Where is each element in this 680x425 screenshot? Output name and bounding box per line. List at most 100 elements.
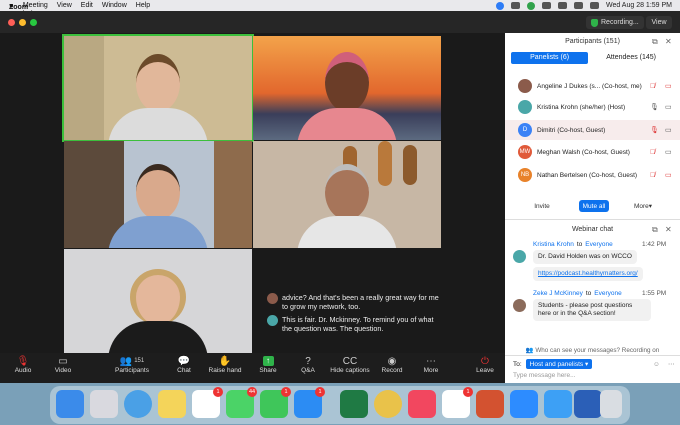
- app-store-icon[interactable]: 1: [294, 387, 325, 418]
- tab-panelists[interactable]: Panelists (6): [511, 52, 589, 64]
- avatar: MW: [518, 145, 532, 159]
- video-tile-3[interactable]: [64, 141, 252, 248]
- video-icon[interactable]: ▭: [665, 103, 672, 111]
- tab-attendees[interactable]: Attendees (145): [588, 52, 674, 64]
- wifi-icon[interactable]: [557, 2, 567, 9]
- chat-recipient-row: To: Host and panelists ▾ ☺ ⋯: [513, 359, 675, 369]
- finder-icon[interactable]: [56, 390, 84, 418]
- video-icon[interactable]: ▭: [665, 148, 672, 156]
- video-tile-5[interactable]: [64, 249, 252, 353]
- leave-button[interactable]: ⏻ Leave: [474, 355, 496, 375]
- chat-label: Chat: [177, 367, 191, 374]
- participant-video: [108, 269, 208, 353]
- video-label: Video: [54, 367, 72, 374]
- participant-row[interactable]: Angeline J Dukes (s... (Co-host, me) 🎙̸ …: [505, 76, 680, 96]
- mute-all-button[interactable]: Mute all: [579, 200, 609, 212]
- menu-window[interactable]: Window: [102, 2, 127, 9]
- more-icon: ⋯: [426, 355, 436, 367]
- powerpoint-icon[interactable]: [476, 390, 504, 418]
- muted-mic-icon[interactable]: 🎙̸: [650, 83, 655, 90]
- more-options-icon[interactable]: ⋯: [668, 360, 675, 368]
- safari-icon[interactable]: [124, 390, 152, 418]
- view-button[interactable]: View: [646, 16, 672, 29]
- to-label: To:: [513, 360, 522, 368]
- recording-indicator[interactable]: Recording...: [586, 16, 644, 29]
- zoom-icon[interactable]: [510, 390, 538, 418]
- participant-row[interactable]: NB Nathan Bertelsen (Co-host, Guest) 🎙̸ …: [505, 165, 680, 185]
- zoom-status-icon[interactable]: [526, 1, 535, 10]
- battery-icon[interactable]: [541, 2, 551, 9]
- record-button[interactable]: ◉ Record: [380, 355, 404, 375]
- more-button[interactable]: ⋯ More: [420, 355, 442, 375]
- close-window-button[interactable]: [8, 19, 15, 26]
- excel-icon[interactable]: [340, 390, 368, 418]
- video-icon[interactable]: ▭: [665, 126, 672, 134]
- participant-row[interactable]: D Dimitri (Co-host, Guest) 🎙 ▭: [505, 120, 680, 140]
- close-icon[interactable]: ✕: [665, 225, 672, 234]
- audio-button[interactable]: 🎙 Audio: [10, 355, 36, 375]
- share-button[interactable]: ↑ Share: [256, 355, 280, 374]
- participants-header: Participants (151) ⧉ ✕: [505, 33, 680, 49]
- search-icon[interactable]: [573, 2, 583, 9]
- photos-icon[interactable]: 1: [192, 387, 223, 418]
- participant-row[interactable]: Kristina Krohn (she/her) (Host) 🎙 ▭: [505, 97, 680, 117]
- hide-captions-button[interactable]: CC Hide captions: [330, 355, 370, 375]
- who-can-see-label: Who can see your messages? Recording on: [535, 347, 660, 354]
- video-tile-active-speaker[interactable]: [62, 34, 254, 142]
- menu-edit[interactable]: Edit: [81, 2, 93, 9]
- message-input[interactable]: Type message here...: [513, 372, 576, 379]
- chrome-icon[interactable]: [374, 390, 402, 418]
- more-participants-button[interactable]: More ▾: [629, 200, 657, 212]
- raise-hand-button[interactable]: ✋ Raise hand: [207, 355, 243, 375]
- menu-view[interactable]: View: [57, 2, 72, 9]
- avatar: D: [518, 123, 532, 137]
- menu-help[interactable]: Help: [136, 2, 150, 9]
- video-off-icon[interactable]: ▭: [665, 82, 672, 90]
- message-time: 1:55 PM: [642, 290, 667, 297]
- participants-button[interactable]: 👥 151 Participants: [112, 355, 152, 375]
- notes-icon[interactable]: [158, 390, 186, 418]
- slack-icon[interactable]: 1: [442, 387, 473, 418]
- muted-mic-icon[interactable]: 🎙̸: [650, 172, 655, 179]
- minimize-window-button[interactable]: [19, 19, 26, 26]
- recording-label: Recording...: [601, 19, 639, 26]
- close-icon[interactable]: ✕: [665, 37, 672, 46]
- popout-icon[interactable]: ⧉: [652, 37, 658, 47]
- muted-mic-icon[interactable]: 🎙̸: [650, 149, 655, 156]
- status-icon[interactable]: [495, 1, 504, 10]
- mic-icon[interactable]: 🎙: [650, 103, 659, 111]
- avatar: [513, 299, 526, 312]
- word-icon[interactable]: [574, 390, 602, 418]
- message-to: to: [576, 241, 583, 248]
- message-link[interactable]: https://podcast.healthymatters.org/: [533, 267, 643, 281]
- participants-label: Participants: [115, 367, 149, 374]
- clock[interactable]: Wed Aug 28 1:59 PM: [606, 2, 672, 9]
- zoom-window-button[interactable]: [30, 19, 37, 26]
- qa-button[interactable]: ? Q&A: [297, 355, 319, 375]
- screen-icon[interactable]: [510, 2, 520, 9]
- video-tile-4[interactable]: [253, 141, 441, 248]
- invite-button[interactable]: Invite: [529, 200, 555, 212]
- who-can-see-link[interactable]: 👥 Who can see your messages? Recording o…: [505, 346, 680, 354]
- chat-button[interactable]: 💬 Chat: [172, 355, 196, 375]
- mic-icon[interactable]: 🎙: [650, 126, 659, 134]
- messages-icon[interactable]: 44: [226, 387, 257, 418]
- popout-icon[interactable]: ⧉: [652, 225, 658, 235]
- control-center-icon[interactable]: [589, 2, 599, 9]
- trash-icon[interactable]: [600, 390, 622, 418]
- share-label: Share: [259, 367, 277, 374]
- participant-row[interactable]: MW Meghan Walsh (Co-host, Guest) 🎙̸ ▭: [505, 142, 680, 162]
- divider: [505, 219, 680, 220]
- music-icon[interactable]: [408, 390, 436, 418]
- recipient-select[interactable]: Host and panelists ▾: [525, 359, 593, 369]
- muted-microphone-icon: 🎙: [16, 355, 30, 367]
- video-off-icon[interactable]: ▭: [665, 171, 672, 179]
- participants-icon-group: 👥 151: [112, 355, 152, 367]
- video-tile-2[interactable]: [253, 36, 441, 140]
- launchpad-icon[interactable]: [90, 390, 118, 418]
- facetime-icon[interactable]: 1: [260, 387, 291, 418]
- emoji-icon[interactable]: ☺: [653, 361, 660, 368]
- mail-icon[interactable]: [544, 390, 572, 418]
- badge: 1: [281, 387, 291, 397]
- video-button[interactable]: ▭ Video: [50, 355, 76, 375]
